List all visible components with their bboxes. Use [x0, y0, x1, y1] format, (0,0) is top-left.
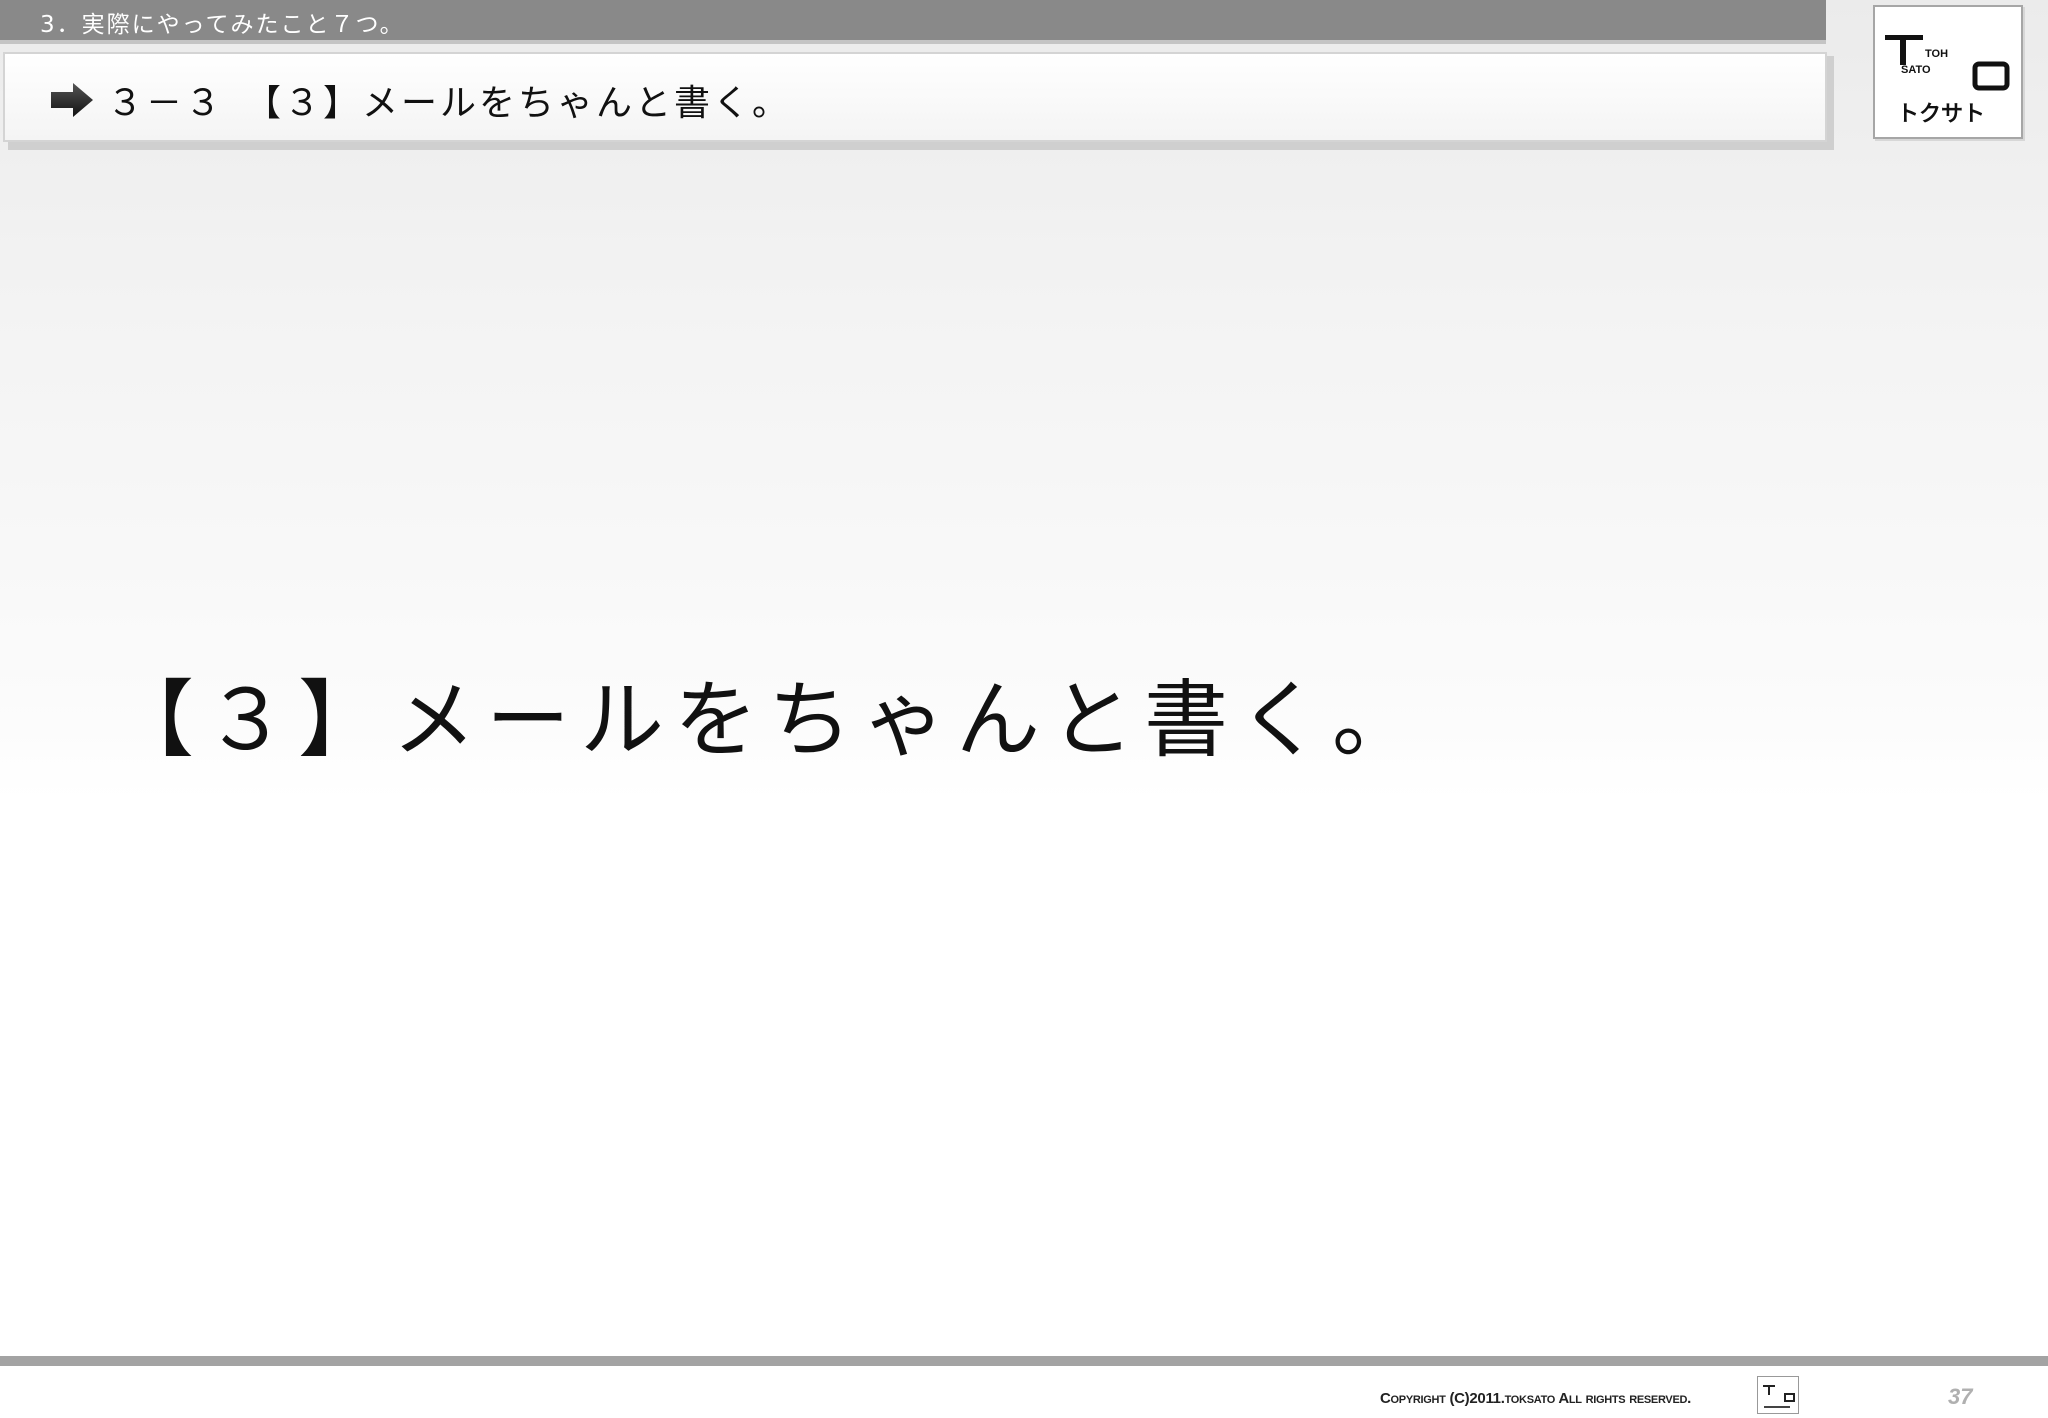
arrow-right-icon: [51, 83, 93, 117]
tohsato-small-logo-icon: [1763, 1385, 1795, 1408]
section-label: 3．実際にやってみたこと７つ。: [40, 12, 405, 38]
logo-text-line2: SATO: [1901, 64, 1931, 76]
tohsato-logo-icon: TOH SATO トクサト: [1885, 35, 2010, 127]
section-bar: 3．実際にやってみたこと７つ。: [0, 0, 1826, 44]
copyright-notice: Copyright (C)2011.toksato All rights res…: [1380, 1390, 1692, 1407]
logo-katakana: トクサト: [1897, 102, 1985, 127]
footer-logo: [1757, 1376, 1799, 1414]
heading-box: ３－３ 【３】メールをちゃんと書く。: [3, 52, 1827, 142]
main-title: 【３】メールをちゃんと書く。: [110, 671, 1427, 769]
page-number: 37: [1948, 1384, 1973, 1409]
footer-divider: [0, 1356, 2048, 1366]
slide-heading: ３－３ 【３】メールをちゃんと書く。: [107, 83, 792, 124]
logo-text-line1: TOH: [1925, 48, 1948, 60]
brand-logo: TOH SATO トクサト: [1873, 5, 2023, 139]
